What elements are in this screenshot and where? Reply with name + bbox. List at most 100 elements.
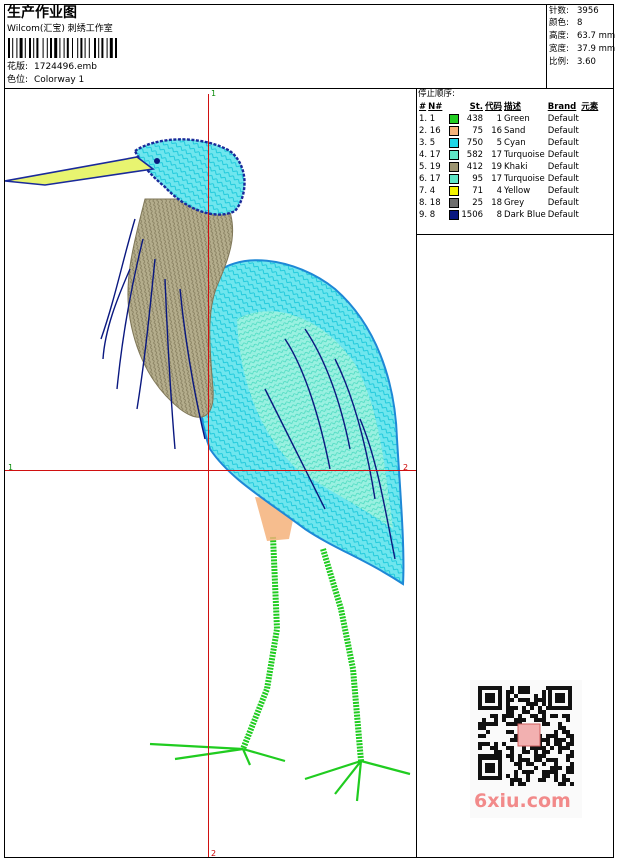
stop-row: 9. 8 1506 8 Dark Blue Default [418, 209, 599, 221]
stop-stitches: 1506 [461, 210, 484, 220]
stop-description: Sand [504, 126, 526, 136]
col-needle: N# [428, 102, 443, 112]
stop-row: 2. 16 75 16 Sand Default [418, 125, 599, 137]
stop-code: 17 [491, 150, 503, 160]
height-value: 63.7 mm [577, 31, 616, 41]
embroidery-design [5, 138, 411, 802]
stop-element [580, 173, 599, 185]
design-value: 1724496.emb [34, 62, 97, 72]
stop-sequence-table: # N# St. 代码 描述 Brand 元素 1. 1 438 1 Green Def… [418, 101, 599, 221]
stop-brand: Default [547, 138, 579, 148]
stop-index: 3. 5 [419, 138, 436, 148]
color-swatch-box [449, 113, 460, 124]
col-stitches: St. [469, 102, 484, 112]
stop-element [580, 161, 599, 173]
heron-eye [154, 158, 160, 164]
stop-stitches: 412 [466, 162, 484, 172]
stop-element [580, 197, 599, 209]
col-index: # [419, 102, 427, 112]
stop-index: 2. 16 [419, 126, 441, 136]
color-swatch-box [449, 125, 460, 136]
stop-row: 6. 17 95 17 Turquoise Default [418, 173, 599, 185]
stop-sequence-title: 停止顺序: [418, 89, 455, 99]
col-brand: Brand [547, 102, 577, 112]
stop-row: 8. 18 25 18 Grey Default [418, 197, 599, 209]
stop-element [580, 209, 599, 221]
colors-value: 8 [577, 18, 583, 28]
stop-description: Grey [504, 198, 525, 208]
stop-element [580, 185, 599, 197]
crosshair-left-label: 1 [8, 463, 14, 472]
stop-table-header: # N# St. 代码 描述 Brand 元素 [418, 101, 599, 113]
stop-description: Green [504, 114, 530, 124]
crosshair-right-label: 2 [403, 463, 409, 472]
width-label: 宽度: [549, 44, 569, 54]
stop-row: 7. 4 71 4 Yellow Default [418, 185, 599, 197]
color-swatch [448, 209, 460, 221]
stop-brand: Default [547, 210, 579, 220]
stop-brand: Default [547, 186, 579, 196]
color-swatch-box [449, 161, 460, 172]
stop-index: 5. 19 [419, 162, 441, 172]
design-label: 花版: [7, 62, 29, 72]
stop-index: 7. 4 [419, 186, 436, 196]
stop-brand: Default [547, 162, 579, 172]
color-swatch [448, 185, 460, 197]
company-name: Wilcom(汇宝) 刺绣工作室 [7, 24, 113, 34]
heron-beak [5, 156, 156, 186]
color-swatch [448, 149, 460, 161]
stop-description: Turquoise [504, 150, 545, 160]
stop-brand: Default [547, 114, 579, 124]
stop-code: 1 [496, 114, 503, 124]
stop-table-divider [416, 234, 614, 235]
stop-description: Cyan [504, 138, 526, 148]
stop-element [580, 125, 599, 137]
color-swatch-box [449, 149, 460, 160]
col-swatch [448, 101, 460, 113]
sheet-title: 生产作业图 [7, 5, 77, 21]
stitches-label: 针数: [549, 6, 569, 16]
color-swatch [448, 113, 460, 125]
stop-brand: Default [547, 126, 579, 136]
sidebar-divider [416, 88, 417, 858]
color-swatch-box [449, 209, 460, 220]
crosshair-horizontal [5, 470, 416, 471]
stop-element [580, 149, 599, 161]
stop-brand: Default [547, 174, 579, 184]
heron-legs [240, 536, 364, 762]
color-swatch [448, 173, 460, 185]
color-swatch-box [449, 137, 460, 148]
colorway-label: 色位: [7, 75, 29, 85]
crosshair-bottom-label: 2 [211, 849, 217, 858]
height-label: 高度: [549, 31, 569, 41]
stop-index: 1. 1 [419, 114, 436, 124]
stop-stitches: 75 [472, 126, 484, 136]
stop-index: 6. 17 [419, 174, 441, 184]
crosshair-vertical [208, 94, 209, 857]
stats-divider [546, 4, 547, 88]
color-swatch-box [449, 173, 460, 184]
col-element: 元素 [581, 102, 599, 112]
color-swatch [448, 137, 460, 149]
stop-element [580, 137, 599, 149]
col-code: 代码 [485, 102, 503, 112]
stop-stitches: 71 [472, 186, 484, 196]
heron-feet [149, 742, 411, 802]
stop-stitches: 438 [466, 114, 484, 124]
stop-element [580, 113, 599, 125]
width-value: 37.9 mm [577, 44, 616, 54]
stop-index: 4. 17 [419, 150, 441, 160]
color-swatch [448, 197, 460, 209]
color-swatch [448, 161, 460, 173]
colors-label: 颜色: [549, 18, 569, 28]
stop-description: Yellow [504, 186, 531, 196]
crosshair-top-label: 1 [211, 89, 217, 98]
watermark-site: 6xiu.com [474, 790, 571, 812]
stop-code: 5 [496, 138, 503, 148]
stop-stitches: 582 [466, 150, 484, 160]
color-swatch-box [449, 197, 460, 208]
ratio-value: 3.60 [577, 57, 596, 67]
stop-code: 4 [496, 186, 503, 196]
stop-index: 9. 8 [419, 210, 436, 220]
color-swatch-box [449, 185, 460, 196]
